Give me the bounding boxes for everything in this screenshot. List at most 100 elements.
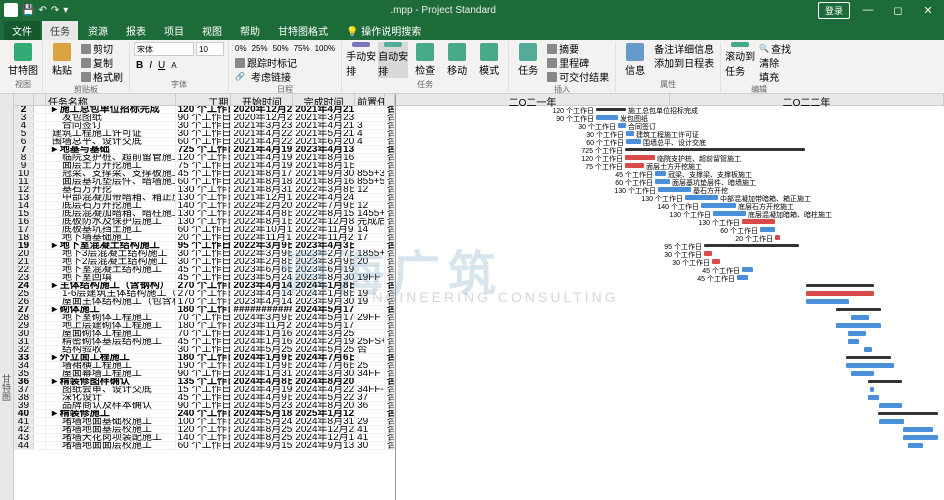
table-row[interactable]: 29地上层建砌体工程施工180 个工作日2023年11月20日2024年5月17… [14,322,395,330]
gantt-bar[interactable] [596,115,618,120]
qat-save-icon[interactable]: 💾 [22,5,34,16]
table-row[interactable]: 40▸ 精装修施工240 个工作日2024年5月18日2025年1月12日否 [14,410,395,418]
gantt-chart[interactable]: 二O二一年二O二二年 120 个工作日施工总包单位招标完成90 个工作日发包图纸… [396,94,944,500]
clear-button[interactable]: 清除 [757,56,793,69]
gantt-bar[interactable] [864,347,872,352]
italic-button[interactable]: I [147,59,154,72]
table-row[interactable]: 38深化设计45 个工作日2024年4月9日2024年5月22日37否 [14,394,395,402]
table-row[interactable]: 16底板防水及保护层施工130 个工作日2022年8月1日2022年12月8日完… [14,218,395,226]
table-row[interactable]: 28地下室砌体工程施工70 个工作日2024年3月9日2024年5月17日29F… [14,314,395,322]
table-row[interactable]: 37图纸会审、设计交底15 个工作日2024年4月19日2024年4月22日34… [14,386,395,394]
pct-75-button[interactable]: 75% [292,42,312,55]
table-row[interactable]: 33▸ 外立面工程施工180 个工作日2024年1月9日2024年7月6日否 [14,354,395,362]
link-button[interactable]: 🔗 [233,70,247,83]
pct-50-button[interactable]: 50% [271,42,291,55]
font-color-button[interactable]: A [169,59,178,72]
find-button[interactable]: 🔍查找 [757,42,793,55]
gantt-bar[interactable] [596,108,626,111]
table-row[interactable]: 23地下室回填45 个工作日2023年5月24日2023年8月30日19FF否 [14,274,395,282]
table-row[interactable]: 12基石方开挖130 个工作日2021年8月31日2022年3月8日12否 [14,186,395,194]
qat-redo-icon[interactable]: ↷ [51,5,59,16]
gantt-bar[interactable] [626,139,641,144]
gantt-view-button[interactable]: 甘特图 [8,42,38,78]
gantt-bar[interactable] [848,331,866,336]
pct-0-button[interactable]: 0% [233,42,249,55]
table-row[interactable]: 36▸ 精装修图样确认135 个工作日2024年4月8日2024年8月20日否 [14,378,395,386]
mode-button[interactable]: 模式 [474,42,504,78]
table-row[interactable]: 20地下3层混凝土结构施工30 个工作日2022年3月9日2023年2月7日18… [14,250,395,258]
minimize-button[interactable]: — [856,4,880,16]
gantt-bar[interactable] [903,427,933,432]
gantt-bar[interactable] [846,356,891,359]
table-row[interactable]: 42堵墙地面基层校施工120 个工作日2024年8月25日2024年12月23日… [14,426,395,434]
menu-help[interactable]: 帮助 [232,21,268,40]
gantt-bar[interactable] [742,267,753,272]
menu-resource[interactable]: 资源 [80,21,116,40]
gantt-bar[interactable] [879,403,902,408]
paste-button[interactable]: 粘贴 [47,42,77,78]
gantt-bar[interactable] [704,251,712,256]
table-row[interactable]: 8临院支护桩、超前留管施工120 个工作日2021年4月19日2021年8月16… [14,154,395,162]
menu-task[interactable]: 任务 [42,21,78,40]
move-button[interactable]: 移动 [442,42,472,78]
table-row[interactable]: 7▸ 地基与基础725 个工作日2021年4月19日2023年4月13日否 [14,146,395,154]
track-mark-button[interactable]: 跟踪时标记 [233,56,337,69]
gantt-bar[interactable] [806,284,874,287]
qat-undo-icon[interactable]: ↶ [38,5,46,16]
table-row[interactable]: 35屋面幕墙工程施工90 个工作日2024年1月31日2024年3月30日34F… [14,370,395,378]
info-button[interactable]: 信息 [620,42,650,78]
maximize-button[interactable]: ◻ [886,4,910,17]
table-row[interactable]: 39品牌商认及样本确认90 个工作日2024年5月23日2024年8月20日36… [14,402,395,410]
gantt-bar[interactable] [742,219,775,224]
close-button[interactable]: ✕ [916,4,940,17]
table-row[interactable]: 21地下2层混凝土结构施工30 个工作日2023年2月8日2023年3月9日20… [14,258,395,266]
menu-view[interactable]: 视图 [194,21,230,40]
format-painter-button[interactable]: 格式刷 [79,70,125,83]
gantt-bar[interactable] [868,380,902,383]
fill-button[interactable]: 填充 [757,70,793,83]
menu-gantt-format[interactable]: 甘特图格式 [270,21,336,40]
table-row[interactable]: 32结构验收30 个工作日2024年5月25日2024年5月25日 否否 [14,346,395,354]
gantt-bar[interactable] [625,163,644,168]
gantt-bar[interactable] [806,299,849,304]
font-family-select[interactable] [134,42,194,56]
gantt-bar[interactable] [625,155,655,160]
gantt-bar[interactable] [658,187,691,192]
table-row[interactable]: 19▸ 地下室混凝土结构施工95 个工作日2022年3月9日2023年4月3日否 [14,242,395,250]
deliverable-button[interactable]: 可交付结果 [545,70,611,83]
scroll-to-task-button[interactable]: 滚动到任务 [725,42,755,78]
gantt-bar[interactable] [712,259,720,264]
table-row[interactable]: 22地下室混凝土结构施工45 个工作日2023年6月6日2023年6月19日否 [14,266,395,274]
bold-button[interactable]: B [134,59,145,72]
font-size-select[interactable] [196,42,224,56]
gantt-bar[interactable] [701,203,736,208]
gantt-bar[interactable] [846,363,894,368]
table-row[interactable]: 6围墙总平、设计交底60 个工作日2021年4月22日2021年6月20日4否 [14,138,395,146]
menu-search[interactable]: 💡 操作说明搜索 [338,21,429,40]
gantt-bar[interactable] [848,339,859,344]
menu-project[interactable]: 项目 [156,21,192,40]
gantt-bar[interactable] [878,412,938,415]
table-row[interactable]: 14底层石方开挖施工140 个工作日2022年2月20日2022年7月9日12否 [14,202,395,210]
table-row[interactable]: 41堵墙地面基础校施工100 个工作日2024年5月24日2024年8月31日2… [14,418,395,426]
table-row[interactable]: 13中部混凝加带暗箱、箱正施工130 个工作日2021年12月16日2022年4… [14,194,395,202]
respect-links-button[interactable]: 考虑链接 [249,70,293,83]
gantt-bar[interactable] [625,148,805,151]
table-row[interactable]: 3发包图纸90 个工作日2020年12月23日2021年3月23日否 [14,114,395,122]
gantt-bar[interactable] [868,395,879,400]
gantt-bar[interactable] [760,227,775,232]
gantt-bar[interactable] [685,195,718,200]
gantt-bar[interactable] [908,443,923,448]
table-row[interactable]: 2▸ 施工总包单位招标完成120 个工作日2020年12月23日2021年4月2… [14,106,395,114]
menu-report[interactable]: 报表 [118,21,154,40]
gantt-bar[interactable] [626,131,634,136]
table-row[interactable]: 44堵墙地面面层校施工60 个工作日2024年9月15日2024年9月13日30… [14,442,395,450]
table-row[interactable]: 15底层混凝加暗箱、暗柱施工130 个工作日2022年4月8日2022年8月15… [14,210,395,218]
table-row[interactable]: 17底板基坑挡土施工60 个工作日2022年10月15日2022年11月9日14… [14,226,395,234]
gantt-bar[interactable] [737,275,748,280]
gantt-bar[interactable] [851,371,874,376]
gantt-bar[interactable] [713,211,746,216]
table-row[interactable]: 43堵墙天花岗项装配施工140 个工作日2024年8月25日2024年12月12… [14,434,395,442]
pct-25-button[interactable]: 25% [250,42,270,55]
task-grid[interactable]: 任务名称 工期 开始时间 完成时间 前置任务 2▸ 施工总包单位招标完成120 … [14,94,396,500]
